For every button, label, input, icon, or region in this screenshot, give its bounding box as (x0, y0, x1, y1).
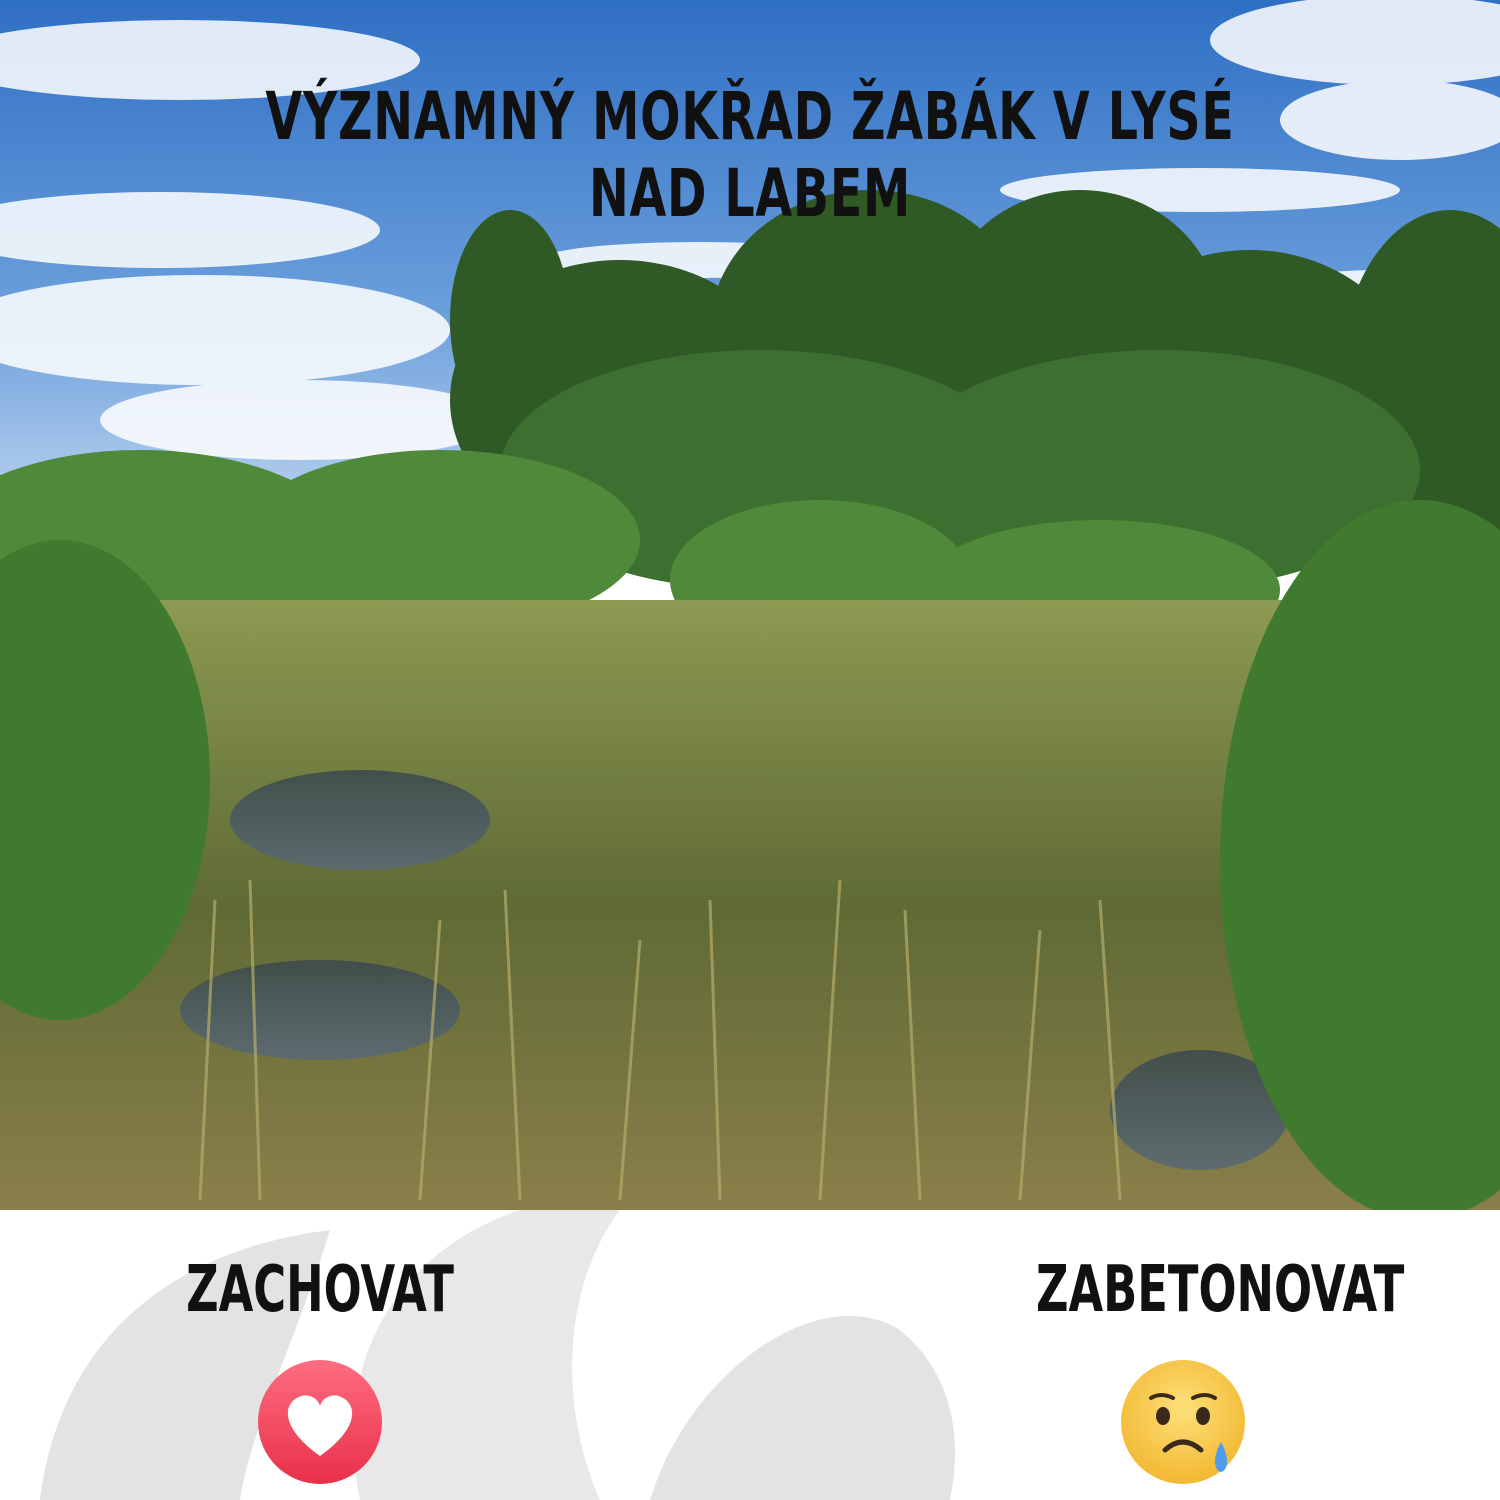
reaction-poll: ZACHOVAT ZABETONOVAT (0, 1210, 1500, 1500)
option-keep-label: ZACHOVAT (186, 1253, 454, 1327)
sad-reaction-icon[interactable] (1119, 1358, 1247, 1486)
post-card: VÝZNAMNÝ MOKŘAD ŽABÁK V LYSÉ NAD LABEM Z… (0, 0, 1500, 1500)
option-keep[interactable]: ZACHOVAT (110, 1252, 530, 1486)
option-concrete[interactable]: ZABETONOVAT (973, 1252, 1405, 1486)
wetland-photo: VÝZNAMNÝ MOKŘAD ŽABÁK V LYSÉ NAD LABEM (0, 0, 1500, 1210)
heart-reaction-icon[interactable] (256, 1358, 384, 1486)
option-concrete-label: ZABETONOVAT (1036, 1253, 1405, 1327)
post-title: VÝZNAMNÝ MOKŘAD ŽABÁK V LYSÉ NAD LABEM (265, 78, 1235, 232)
